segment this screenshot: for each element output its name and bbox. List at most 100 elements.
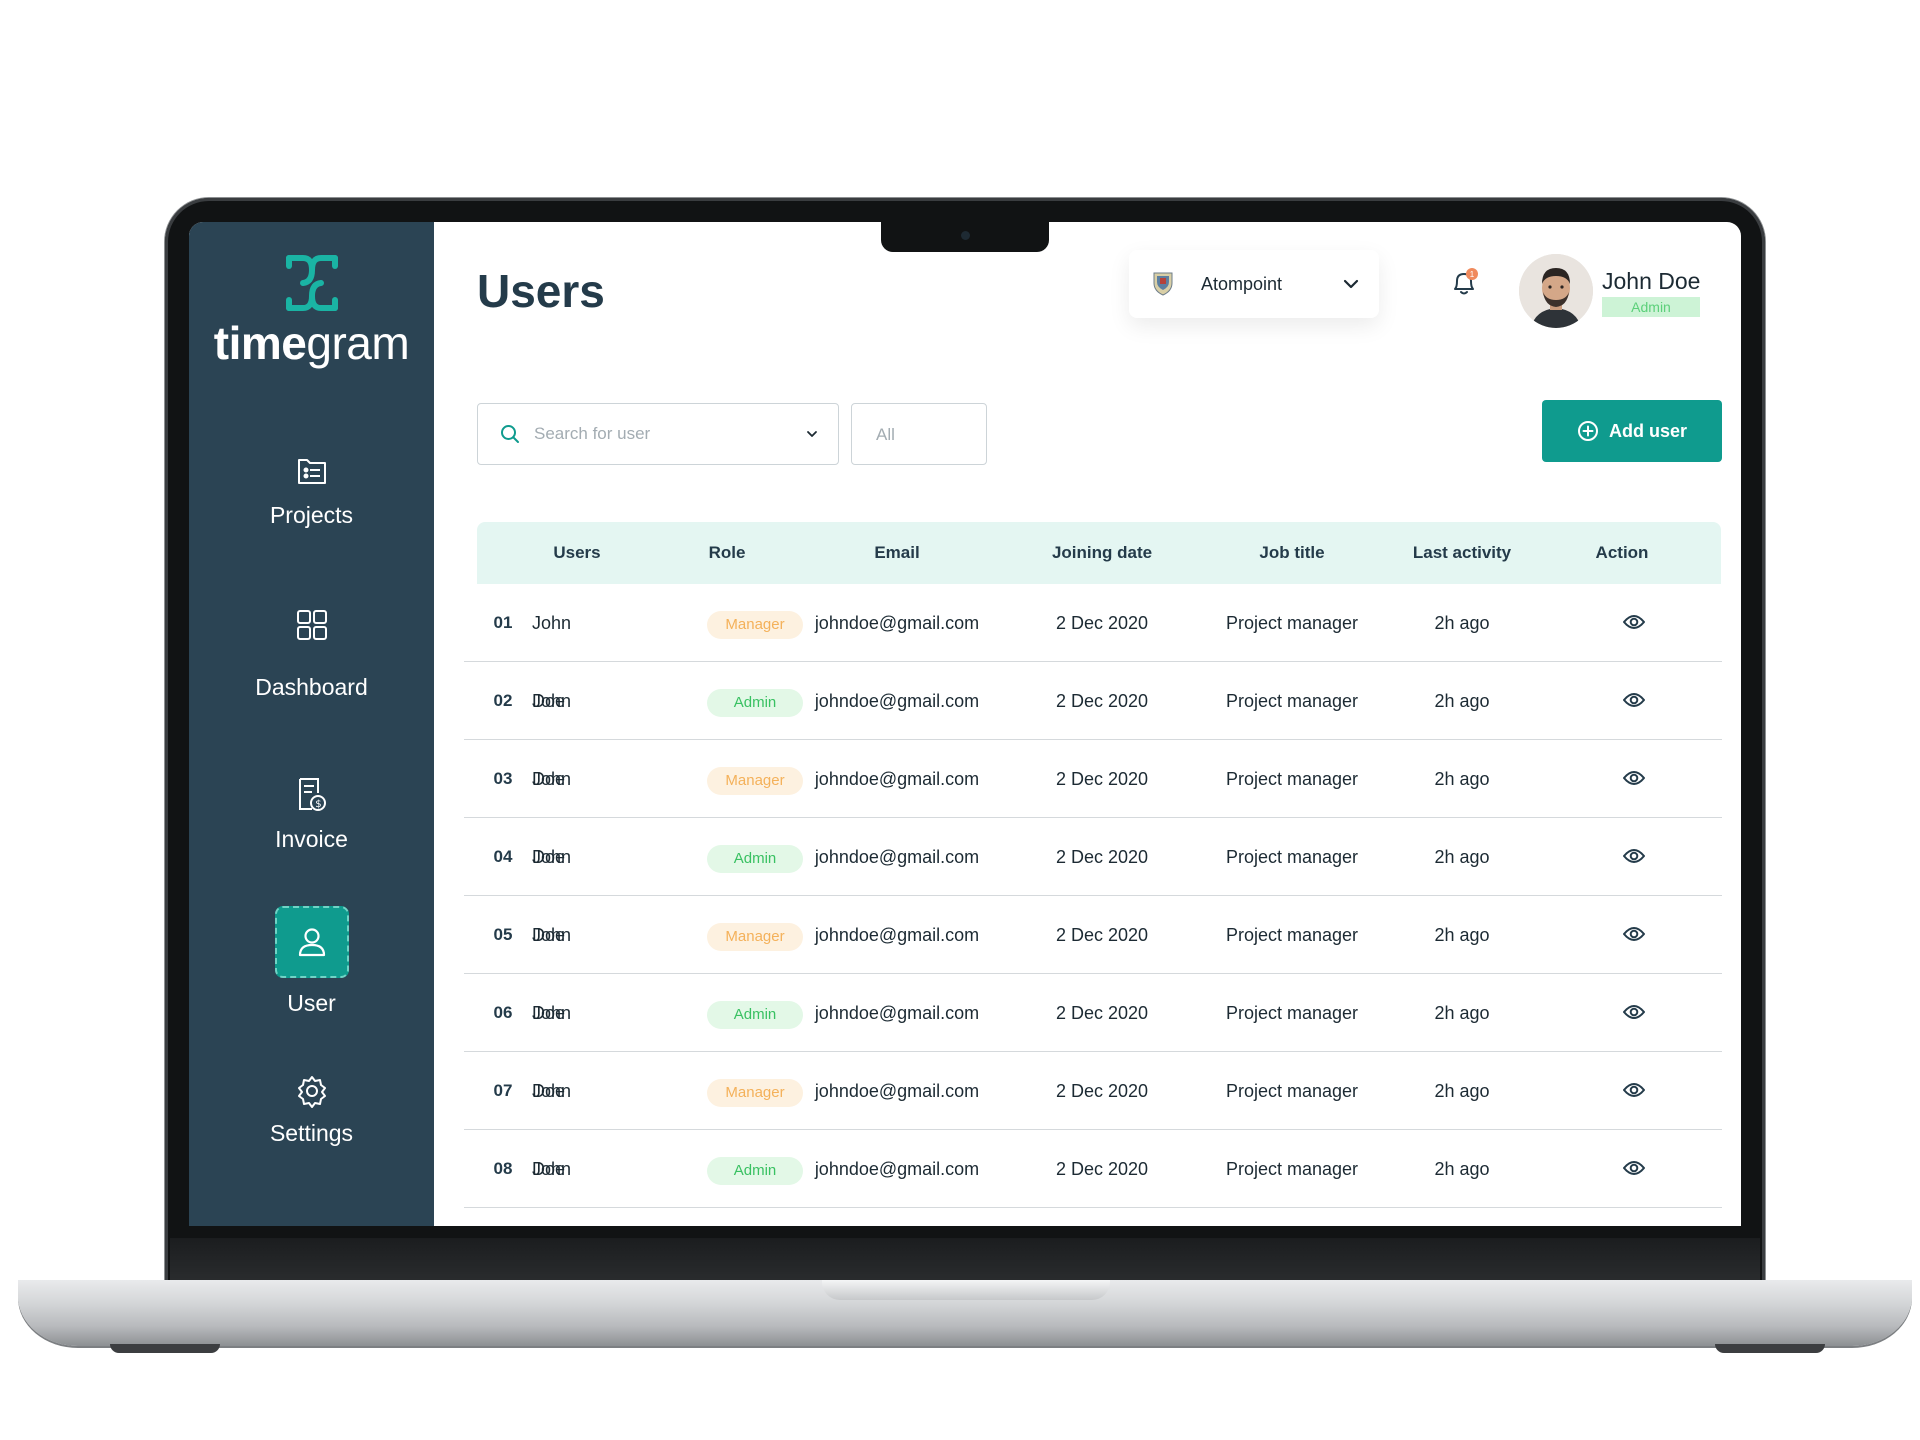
column-header-joining-date[interactable]: Joining date [1022, 522, 1182, 584]
sidebar-item-projects[interactable]: Projects [189, 454, 434, 529]
role-badge: Manager [707, 923, 803, 951]
role-badge: Admin [707, 1001, 803, 1029]
add-user-button[interactable]: Add user [1542, 400, 1722, 462]
column-header-email[interactable]: Email [797, 522, 997, 584]
row-number: 08 [493, 1159, 513, 1178]
last-activity: 2h ago [1434, 1159, 1490, 1179]
job-title: Project manager [1225, 847, 1359, 867]
search-input[interactable]: Search for user [477, 403, 839, 465]
table-row[interactable]: 03 John Doe Manager johndoe@gmail.com 2 Dec … [464, 740, 1722, 867]
last-activity: 2h ago [1434, 1003, 1490, 1023]
active-nav-indicator [274, 906, 349, 978]
role-badge: Admin [707, 845, 803, 873]
role-filter-select[interactable]: All [851, 403, 987, 465]
role-badge: Admin [707, 689, 803, 717]
notifications-button[interactable]: 1 [1447, 266, 1481, 305]
search-icon [501, 425, 519, 443]
row-number: 06 [493, 1003, 513, 1022]
column-header-users[interactable]: Users [517, 522, 637, 584]
table-row[interactable]: 01 John Doe Manager johndoe@gmail.com 2 Dec … [464, 584, 1722, 711]
column-header-last-activity[interactable]: Last activity [1382, 522, 1542, 584]
camera-icon [961, 231, 970, 240]
job-title: Project manager [1225, 1081, 1359, 1101]
job-title: Project manager [1225, 1003, 1359, 1023]
user-email: johndoe@gmail.com [814, 925, 980, 945]
user-email: johndoe@gmail.com [814, 1003, 980, 1023]
sidebar: timegram Projects Dashboard $ Invoice Us… [189, 222, 434, 1226]
chevron-down-icon [1343, 279, 1359, 289]
table-row[interactable]: 05 John Doe Manager johndoe@gmail.com 2 Dec … [464, 896, 1722, 1023]
row-number: 01 [493, 613, 513, 632]
organization-logo-icon [1153, 272, 1173, 296]
user-icon [298, 928, 325, 957]
view-eye-icon[interactable] [1622, 1158, 1646, 1178]
dashboard-icon [296, 610, 327, 640]
job-title: Project manager [1225, 925, 1359, 945]
organization-name: Atompoint [1201, 273, 1283, 294]
joining-date: 2 Dec 2020 [1055, 1003, 1149, 1023]
avatar-image [1519, 254, 1593, 328]
app-screen: timegram Projects Dashboard $ Invoice Us… [189, 222, 1741, 1226]
view-eye-icon[interactable] [1622, 1080, 1646, 1100]
avatar[interactable] [1519, 254, 1593, 328]
last-activity: 2h ago [1434, 847, 1490, 867]
chevron-down-icon[interactable] [806, 430, 818, 438]
joining-date: 2 Dec 2020 [1055, 1081, 1149, 1101]
column-header-action: Action [1595, 543, 1649, 562]
table-row[interactable]: 07 John Doe Manager johndoe@gmail.com 2 Dec … [464, 1052, 1722, 1179]
sidebar-item-label: User [287, 990, 336, 1016]
joining-date: 2 Dec 2020 [1055, 1159, 1149, 1179]
last-activity: 2h ago [1434, 1081, 1490, 1101]
role-badge: Manager [707, 611, 803, 639]
view-eye-icon[interactable] [1622, 1002, 1646, 1022]
table-row[interactable]: 04 John Doe Admin johndoe@gmail.com 2 Dec 20… [464, 818, 1722, 945]
last-activity: 2h ago [1434, 769, 1490, 789]
gear-icon [297, 1076, 326, 1108]
job-title: Project manager [1225, 691, 1359, 711]
profile-role-badge: Admin [1602, 297, 1700, 317]
view-eye-icon[interactable] [1622, 846, 1646, 866]
user-email: johndoe@gmail.com [814, 769, 980, 789]
table-row[interactable]: 08 John Doe Admin johndoe@gmail.com 2 Dec 20… [464, 1130, 1722, 1208]
view-eye-icon[interactable] [1622, 612, 1646, 632]
column-header-job-title[interactable]: Job title [1212, 522, 1372, 584]
last-activity: 2h ago [1434, 925, 1490, 945]
user-email: johndoe@gmail.com [814, 847, 980, 867]
job-title: Project manager [1225, 769, 1359, 789]
app-logo[interactable]: timegram [189, 252, 434, 370]
laptop-foot-right [1715, 1344, 1825, 1353]
timegram-logo-icon [285, 255, 338, 311]
laptop-hinge [170, 1238, 1760, 1282]
table-row[interactable]: 02 John Doe Admin johndoe@gmail.com 2 Dec 20… [464, 662, 1722, 789]
row-number: 04 [493, 847, 513, 866]
last-activity: 2h ago [1434, 613, 1490, 633]
page-title: Users [477, 265, 605, 317]
sidebar-item-dashboard[interactable]: Dashboard [189, 608, 434, 701]
last-activity: 2h ago [1434, 691, 1490, 711]
role-badge: Manager [707, 1079, 803, 1107]
view-eye-icon[interactable] [1622, 924, 1646, 944]
column-header-role[interactable]: Role [677, 522, 777, 584]
joining-date: 2 Dec 2020 [1055, 925, 1149, 945]
user-name: John Doe [532, 1159, 572, 1179]
row-number: 07 [493, 1081, 513, 1100]
sidebar-item-label: Settings [269, 1120, 354, 1146]
joining-date: 2 Dec 2020 [1055, 769, 1149, 789]
plus-circle-icon [1577, 421, 1598, 441]
joining-date: 2 Dec 2020 [1055, 613, 1149, 633]
role-badge: Admin [707, 1157, 803, 1185]
sidebar-item-invoice[interactable]: $ Invoice [189, 776, 434, 853]
table-row[interactable]: 06 John Doe Admin johndoe@gmail.com 2 Dec 20… [464, 974, 1722, 1101]
notification-count: 1 [1470, 270, 1475, 279]
logo-text-prefix: time [213, 317, 307, 369]
projects-icon [297, 459, 326, 484]
organization-select[interactable]: Atompoint [1129, 250, 1379, 318]
profile-name: John Doe [1602, 268, 1701, 294]
view-eye-icon[interactable] [1622, 690, 1646, 710]
sidebar-item-user[interactable]: User [189, 906, 434, 1017]
role-badge: Manager [707, 767, 803, 795]
joining-date: 2 Dec 2020 [1055, 691, 1149, 711]
sidebar-item-settings[interactable]: Settings [189, 1074, 434, 1147]
users-table-body: 01 John Doe Manager johndoe@gmail.com 2 Dec … [464, 584, 1722, 1208]
view-eye-icon[interactable] [1622, 768, 1646, 788]
